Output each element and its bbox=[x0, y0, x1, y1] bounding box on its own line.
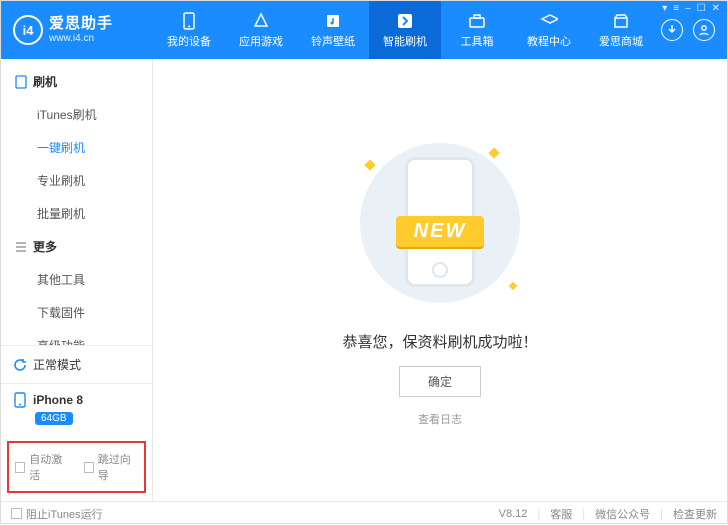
version-label: V8.12 bbox=[499, 508, 528, 520]
sidebar-item-advanced[interactable]: 高级功能 bbox=[1, 329, 152, 345]
sidebar-group-more[interactable]: 更多 bbox=[1, 230, 152, 263]
nav-ringtone[interactable]: 铃声壁纸 bbox=[297, 1, 369, 59]
minimize-button[interactable]: – bbox=[685, 3, 691, 14]
nav-my-device[interactable]: 我的设备 bbox=[153, 1, 225, 59]
block-itunes-checkbox[interactable]: 阻止iTunes运行 bbox=[11, 506, 103, 522]
device-icon bbox=[180, 12, 198, 30]
checkbox-icon bbox=[11, 508, 22, 519]
app-name: 爱思助手 bbox=[49, 16, 113, 33]
toolbox-icon bbox=[468, 12, 486, 30]
support-link[interactable]: 客服 bbox=[550, 506, 572, 522]
skin-button[interactable]: ▾ bbox=[662, 3, 667, 14]
checkbox-label: 阻止iTunes运行 bbox=[26, 506, 103, 522]
mode-label: 正常模式 bbox=[33, 356, 81, 373]
nav-toolbox[interactable]: 工具箱 bbox=[441, 1, 513, 59]
maximize-button[interactable]: ☐ bbox=[697, 3, 706, 14]
app-logo: i4 爱思助手 www.i4.cn bbox=[1, 1, 153, 59]
window-controls: ▾ ≡ – ☐ ✕ bbox=[662, 3, 720, 14]
storage-badge: 64GB bbox=[35, 412, 73, 425]
ok-button[interactable]: 确定 bbox=[399, 366, 481, 397]
success-message: 恭喜您，保资料刷机成功啦！ bbox=[342, 331, 537, 352]
logo-icon: i4 bbox=[13, 15, 43, 45]
edu-icon bbox=[540, 12, 558, 30]
sidebar-group-title: 更多 bbox=[33, 238, 57, 255]
view-log-link[interactable]: 查看日志 bbox=[418, 411, 462, 427]
checkbox-icon bbox=[15, 462, 25, 473]
sidebar-group-title: 刷机 bbox=[33, 73, 57, 90]
sidebar-item-other-tools[interactable]: 其他工具 bbox=[1, 263, 152, 296]
status-bar: 阻止iTunes运行 V8.12 | 客服 | 微信公众号 | 检查更新 bbox=[1, 501, 727, 525]
sidebar-item-download-firmware[interactable]: 下载固件 bbox=[1, 296, 152, 329]
sidebar-item-oneclick-flash[interactable]: 一键刷机 bbox=[1, 131, 152, 164]
menu-button[interactable]: ≡ bbox=[673, 3, 679, 14]
device-name: iPhone 8 bbox=[33, 393, 83, 407]
new-ribbon: NEW bbox=[396, 216, 485, 247]
phone-icon bbox=[15, 75, 27, 89]
nav-label: 工具箱 bbox=[461, 33, 494, 49]
device-mode-status[interactable]: 正常模式 bbox=[1, 345, 152, 383]
sidebar-item-pro-flash[interactable]: 专业刷机 bbox=[1, 164, 152, 197]
nav-shop[interactable]: 爱思商城 bbox=[585, 1, 657, 59]
nav-label: 教程中心 bbox=[527, 33, 571, 49]
check-update-link[interactable]: 检查更新 bbox=[673, 506, 717, 522]
success-illustration: NEW bbox=[340, 133, 540, 313]
device-panel[interactable]: iPhone 8 64GB bbox=[1, 383, 152, 435]
nav-flash[interactable]: 智能刷机 bbox=[369, 1, 441, 59]
nav-label: 爱思商城 bbox=[599, 33, 643, 49]
top-nav: 我的设备 应用游戏 铃声壁纸 智能刷机 工具箱 教程中心 爱思商城 bbox=[153, 1, 657, 59]
app-site: www.i4.cn bbox=[49, 33, 113, 44]
nav-label: 铃声壁纸 bbox=[311, 33, 355, 49]
list-icon bbox=[15, 241, 27, 253]
refresh-icon bbox=[13, 358, 27, 372]
flash-options-highlighted: 自动激活 跳过向导 bbox=[7, 441, 146, 493]
skip-guide-checkbox[interactable]: 跳过向导 bbox=[84, 451, 139, 483]
device-icon bbox=[13, 392, 27, 408]
auto-activate-checkbox[interactable]: 自动激活 bbox=[15, 451, 70, 483]
download-button[interactable] bbox=[661, 19, 683, 41]
music-icon bbox=[324, 12, 342, 30]
shop-icon bbox=[612, 12, 630, 30]
sidebar-item-itunes-flash[interactable]: iTunes刷机 bbox=[1, 98, 152, 131]
sidebar: 刷机 iTunes刷机 一键刷机 专业刷机 批量刷机 更多 其他工具 下载固件 … bbox=[1, 59, 153, 501]
nav-label: 应用游戏 bbox=[239, 33, 283, 49]
nav-apps[interactable]: 应用游戏 bbox=[225, 1, 297, 59]
checkbox-label: 跳过向导 bbox=[98, 451, 138, 483]
wechat-link[interactable]: 微信公众号 bbox=[595, 506, 650, 522]
app-header: i4 爱思助手 www.i4.cn 我的设备 应用游戏 铃声壁纸 智能刷机 工具… bbox=[1, 1, 727, 59]
apps-icon bbox=[252, 12, 270, 30]
checkbox-label: 自动激活 bbox=[29, 451, 69, 483]
main-content: NEW 恭喜您，保资料刷机成功啦！ 确定 查看日志 bbox=[153, 59, 727, 501]
nav-label: 智能刷机 bbox=[383, 33, 427, 49]
checkbox-icon bbox=[84, 462, 94, 473]
nav-tutorial[interactable]: 教程中心 bbox=[513, 1, 585, 59]
sidebar-item-batch-flash[interactable]: 批量刷机 bbox=[1, 197, 152, 230]
close-button[interactable]: ✕ bbox=[712, 3, 720, 14]
sidebar-group-flash[interactable]: 刷机 bbox=[1, 65, 152, 98]
flash-icon bbox=[396, 12, 414, 30]
nav-label: 我的设备 bbox=[167, 33, 211, 49]
profile-button[interactable] bbox=[693, 19, 715, 41]
